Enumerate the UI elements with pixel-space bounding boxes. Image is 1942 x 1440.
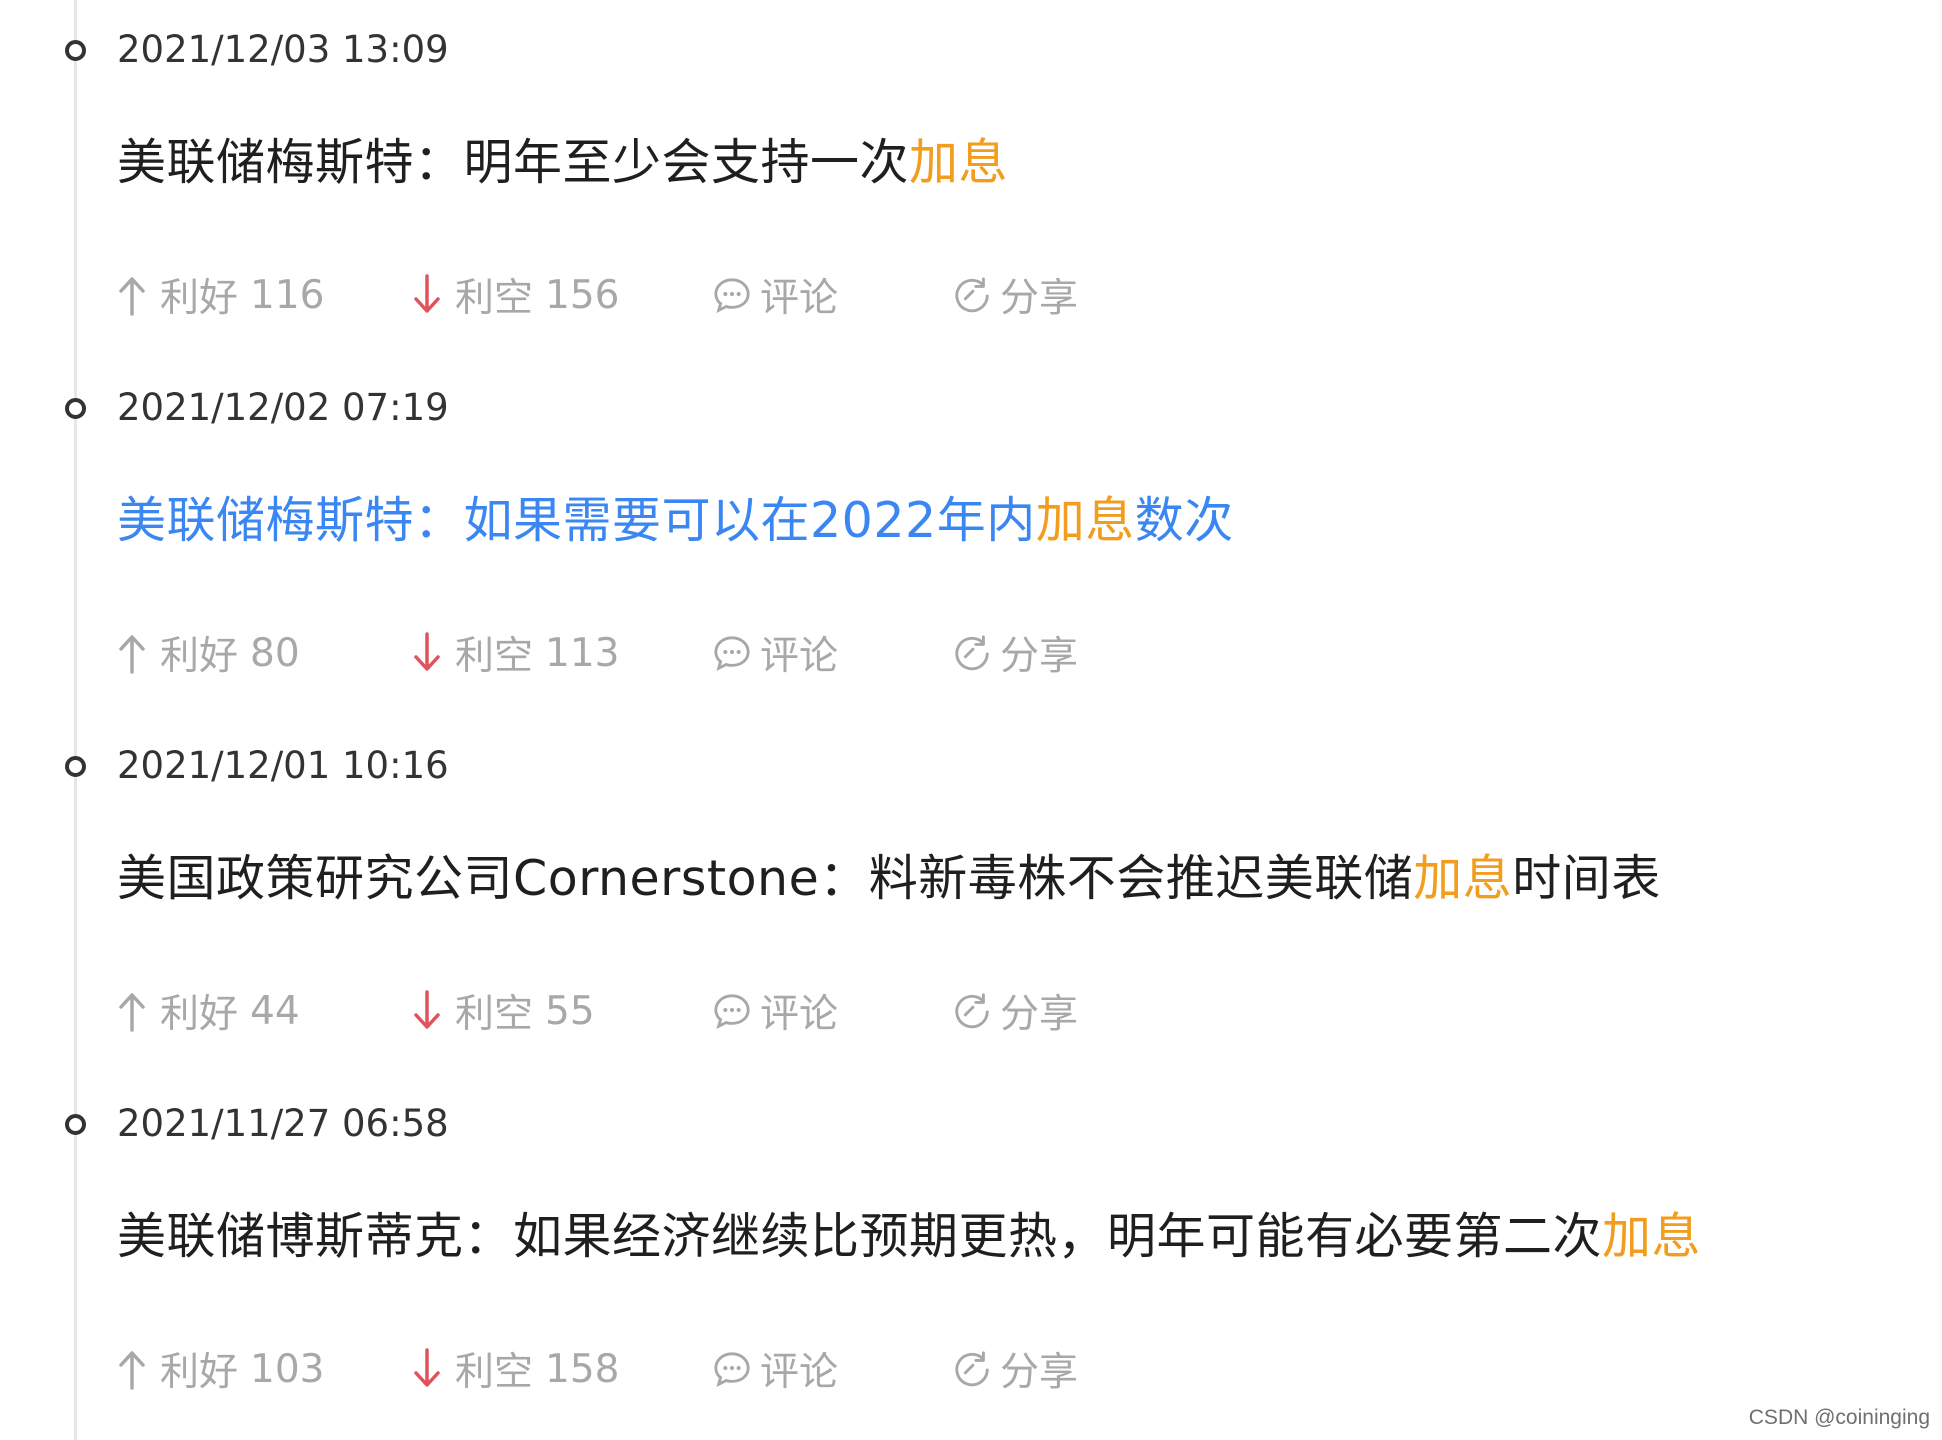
bullish-button[interactable]: 利好 103 <box>112 1344 325 1395</box>
bullish-label: 利好 <box>160 992 239 1037</box>
headline-keyword: 加息 <box>1413 850 1513 907</box>
news-headline-link[interactable]: 美联储梅斯特：如果需要可以在2022年内加息数次 <box>117 490 1234 552</box>
comment-bubble-icon <box>712 989 752 1033</box>
share-refresh-icon <box>952 631 992 675</box>
comment-bubble-icon <box>712 273 752 317</box>
bullish-button[interactable]: 利好 80 <box>112 628 300 679</box>
share-refresh-icon <box>952 1347 992 1391</box>
headline-text: 美联储博斯蒂克：如果经济继续比预期更热，明年可能有必要第二次 <box>117 1208 1603 1265</box>
bearish-button[interactable]: 利空 113 <box>407 628 620 679</box>
news-entry: 2021/12/03 13:09 美联储梅斯特：明年至少会支持一次加息 利好 1… <box>0 0 1900 358</box>
comment-label: 评论 <box>760 276 839 321</box>
news-headline[interactable]: 美联储博斯蒂克：如果经济继续比预期更热，明年可能有必要第二次加息 <box>117 1206 1701 1268</box>
circle-node-icon <box>65 1114 86 1135</box>
circle-node-icon <box>65 398 86 419</box>
bearish-button[interactable]: 利空 158 <box>407 1344 620 1395</box>
headline-keyword: 加息 <box>1035 492 1135 549</box>
headline-text: 美联储梅斯特：如果需要可以在2022年内 <box>117 492 1036 549</box>
arrow-up-icon <box>112 273 152 317</box>
bullish-count: 80 <box>250 630 300 676</box>
bearish-count: 158 <box>545 1346 620 1392</box>
bullish-label: 利好 <box>160 276 239 321</box>
bearish-button[interactable]: 利空 156 <box>407 270 620 321</box>
news-timestamp: 2021/12/03 13:09 <box>117 28 449 71</box>
bearish-count: 156 <box>545 272 620 318</box>
bearish-label: 利空 <box>455 992 534 1037</box>
bullish-label: 利好 <box>160 1350 239 1395</box>
share-label: 分享 <box>1000 1350 1079 1395</box>
arrow-up-icon <box>112 631 152 675</box>
bearish-count: 113 <box>545 630 620 676</box>
comment-bubble-icon <box>712 631 752 675</box>
share-label: 分享 <box>1000 634 1079 679</box>
share-label: 分享 <box>1000 276 1079 321</box>
share-refresh-icon <box>952 989 992 1033</box>
comment-bubble-icon <box>712 1347 752 1391</box>
bullish-count: 116 <box>250 272 325 318</box>
headline-keyword: 加息 <box>909 134 1009 191</box>
arrow-down-icon <box>407 273 447 317</box>
headline-keyword: 加息 <box>1602 1208 1702 1265</box>
news-timestamp: 2021/12/01 10:16 <box>117 744 449 787</box>
circle-node-icon <box>65 756 86 777</box>
comment-button[interactable]: 评论 <box>712 1344 839 1395</box>
arrow-down-icon <box>407 989 447 1033</box>
headline-text-tail: 时间表 <box>1512 850 1661 907</box>
share-button[interactable]: 分享 <box>952 628 1079 679</box>
news-entry: 2021/12/01 10:16 美国政策研究公司Cornerstone：料新毒… <box>0 716 1900 1074</box>
bearish-label: 利空 <box>455 1350 534 1395</box>
news-entry: 2021/12/02 07:19 美联储梅斯特：如果需要可以在2022年内加息数… <box>0 358 1900 716</box>
news-headline[interactable]: 美国政策研究公司Cornerstone：料新毒株不会推迟美联储加息时间表 <box>117 848 1661 910</box>
comment-label: 评论 <box>760 1350 839 1395</box>
bearish-label: 利空 <box>455 276 534 321</box>
news-timeline: 2021/12/03 13:09 美联储梅斯特：明年至少会支持一次加息 利好 1… <box>0 0 1942 1440</box>
headline-text: 美联储梅斯特：明年至少会支持一次 <box>117 134 910 191</box>
bullish-count: 44 <box>250 988 300 1034</box>
bullish-count: 103 <box>250 1346 325 1392</box>
arrow-down-icon <box>407 631 447 675</box>
comment-button[interactable]: 评论 <box>712 986 839 1037</box>
share-refresh-icon <box>952 273 992 317</box>
share-button[interactable]: 分享 <box>952 1344 1079 1395</box>
headline-text-tail: 数次 <box>1134 492 1234 549</box>
headline-text: 美国政策研究公司Cornerstone：料新毒株不会推迟美联储 <box>117 850 1414 907</box>
arrow-up-icon <box>112 989 152 1033</box>
share-button[interactable]: 分享 <box>952 986 1079 1037</box>
bearish-count: 55 <box>545 988 595 1034</box>
share-label: 分享 <box>1000 992 1079 1037</box>
bearish-label: 利空 <box>455 634 534 679</box>
news-entry: 2021/11/27 06:58 美联储博斯蒂克：如果经济继续比预期更热，明年可… <box>0 1074 1900 1432</box>
circle-node-icon <box>65 40 86 61</box>
news-headline[interactable]: 美联储梅斯特：明年至少会支持一次加息 <box>117 132 1008 194</box>
share-button[interactable]: 分享 <box>952 270 1079 321</box>
comment-button[interactable]: 评论 <box>712 270 839 321</box>
comment-label: 评论 <box>760 634 839 679</box>
bullish-button[interactable]: 利好 116 <box>112 270 325 321</box>
arrow-down-icon <box>407 1347 447 1391</box>
comment-label: 评论 <box>760 992 839 1037</box>
comment-button[interactable]: 评论 <box>712 628 839 679</box>
news-timestamp: 2021/12/02 07:19 <box>117 386 449 429</box>
news-timestamp: 2021/11/27 06:58 <box>117 1102 449 1145</box>
bullish-button[interactable]: 利好 44 <box>112 986 300 1037</box>
watermark: CSDN @coininging <box>1748 1406 1930 1429</box>
arrow-up-icon <box>112 1347 152 1391</box>
bearish-button[interactable]: 利空 55 <box>407 986 595 1037</box>
bullish-label: 利好 <box>160 634 239 679</box>
